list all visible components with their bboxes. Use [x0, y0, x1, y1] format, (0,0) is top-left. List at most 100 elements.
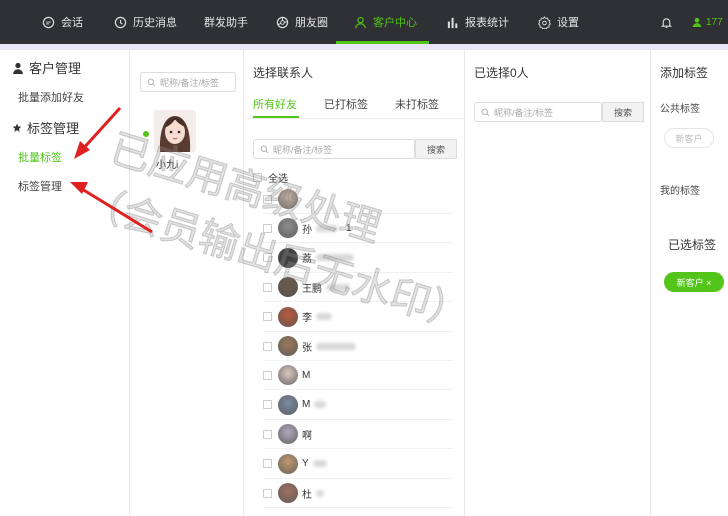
chat-icon [42, 16, 55, 28]
nav-item-customer-center[interactable]: 客户中心 [354, 0, 417, 44]
star-icon [12, 123, 22, 132]
contact-row[interactable]: Y [263, 450, 453, 479]
select-all-row[interactable]: 全选 [253, 170, 288, 185]
selected-search-button[interactable]: 搜索 [602, 102, 644, 122]
account-name: 小九i [156, 160, 179, 171]
bar-chart-icon [447, 17, 458, 28]
account-avatar[interactable] [154, 110, 196, 152]
sidebar: 客户管理 批量添加好友 标签管理 批量标签 标签管理 [0, 50, 130, 516]
nav-item-settings[interactable]: 设置 [538, 0, 579, 44]
public-tag-chip[interactable]: 新客户 [664, 128, 714, 148]
person-icon [13, 62, 23, 74]
sidebar-group-title: 标签管理 [27, 121, 80, 136]
redacted-text [316, 224, 338, 232]
online-status-dot [142, 130, 150, 138]
selected-contacts-panel: 已选择0人 昵称/备注/标签 搜索 [466, 50, 651, 516]
gear-icon [538, 15, 551, 29]
nav-item-history[interactable]: 历史消息 [114, 0, 177, 44]
avatar [278, 336, 298, 356]
search-icon [481, 108, 490, 116]
tab-untagged[interactable]: 未打标签 [395, 96, 439, 112]
sidebar-item-batch-tags[interactable]: 批量标签 [18, 149, 62, 165]
search-placeholder: 昵称/备注/标签 [273, 144, 333, 155]
contact-name: 荔 [302, 254, 312, 266]
contact-filter-tabs: 所有好友 已打标签 未打标签 [253, 96, 463, 118]
contact-name: 王鹏 [302, 283, 322, 295]
account-panel: 昵称/备注/标签 小九i [132, 50, 244, 516]
contact-row[interactable]: M [263, 391, 453, 420]
nav-item-broadcast[interactable]: 群发助手 [204, 0, 248, 44]
avatar [278, 365, 298, 386]
add-tags-panel: 添加标签 公共标签 新客户 我的标签 已选标签 新客户 × [652, 50, 728, 516]
select-contacts-panel: 选择联系人 所有好友 已打标签 未打标签 昵称/备注/标签 搜索 全选 孙1 荔王… [245, 50, 465, 516]
nav-item-label: 群发助手 [204, 17, 248, 29]
avatar [278, 189, 298, 209]
nav-item-reports[interactable]: 报表统计 [446, 0, 509, 44]
contact-name: 李 [302, 313, 312, 325]
contact-name: 张 [302, 342, 312, 354]
contact-checkbox[interactable] [263, 370, 272, 380]
avatar-illustration [154, 110, 196, 152]
public-tags-label: 公共标签 [660, 104, 700, 115]
contact-search-button[interactable]: 搜索 [415, 139, 457, 159]
panel-title: 选择联系人 [253, 66, 314, 80]
contact-name: Y [302, 458, 309, 470]
user-icon [692, 17, 702, 27]
contact-checkbox[interactable] [263, 282, 272, 292]
contact-checkbox[interactable] [263, 253, 272, 263]
contact-row[interactable] [263, 185, 453, 214]
avatar [278, 453, 298, 474]
select-all-checkbox[interactable] [253, 173, 262, 182]
contact-checkbox[interactable] [263, 459, 272, 469]
notification-button[interactable] [660, 0, 679, 44]
contact-search-input[interactable]: 昵称/备注/标签 [253, 139, 415, 159]
search-icon [147, 78, 156, 86]
contact-row[interactable]: 王鹏 [263, 273, 453, 303]
contact-checkbox[interactable] [263, 488, 272, 498]
contact-checkbox[interactable] [263, 341, 272, 351]
contact-checkbox[interactable] [263, 429, 272, 439]
avatar [278, 306, 298, 327]
panel-title: 添加标签 [660, 66, 709, 80]
contact-name: 啊 [302, 430, 312, 442]
redacted-text [326, 283, 350, 291]
selected-tag-chip[interactable]: 新客户 × [664, 272, 724, 292]
contact-row[interactable]: 杜 [263, 479, 453, 508]
contact-row[interactable]: 李 [263, 303, 453, 332]
contact-row[interactable]: 张 [263, 332, 453, 361]
user-account[interactable]: 177 [692, 0, 723, 44]
bell-icon [660, 17, 673, 28]
search-icon [260, 145, 269, 153]
redacted-text [314, 401, 327, 409]
search-placeholder: 昵称/备注/标签 [160, 77, 220, 88]
nav-item-chat[interactable]: 会话 [42, 0, 83, 44]
nav-item-label: 报表统计 [465, 17, 509, 29]
contact-row[interactable]: 孙1 [263, 214, 453, 244]
tab-tagged[interactable]: 已打标签 [324, 96, 368, 112]
tab-all-friends[interactable]: 所有好友 [253, 96, 297, 112]
contact-checkbox[interactable] [263, 400, 272, 410]
panel-title: 已选择0人 [474, 66, 529, 80]
nav-item-label: 客户中心 [373, 17, 417, 29]
redacted-text [316, 489, 324, 497]
aperture-icon [276, 16, 289, 28]
contact-row[interactable]: M [263, 361, 453, 391]
contact-checkbox[interactable] [263, 194, 272, 204]
sidebar-item-batch-add-friends[interactable]: 批量添加好友 [18, 89, 84, 105]
sidebar-group-title: 客户管理 [29, 61, 82, 76]
my-tags-label: 我的标签 [660, 186, 700, 197]
sidebar-group-tag-management: 标签管理 [12, 118, 79, 137]
avatar [278, 218, 298, 239]
redacted-text [316, 313, 332, 321]
avatar [278, 277, 298, 298]
contact-row[interactable]: 啊 [263, 420, 453, 450]
contact-row[interactable]: 荔 [263, 244, 453, 273]
search-placeholder: 昵称/备注/标签 [494, 107, 554, 118]
contact-checkbox[interactable] [263, 312, 272, 322]
nav-item-moments[interactable]: 朋友圈 [276, 0, 328, 44]
contact-checkbox[interactable] [263, 223, 272, 233]
account-search-input[interactable]: 昵称/备注/标签 [140, 72, 236, 92]
selected-search-input[interactable]: 昵称/备注/标签 [474, 102, 602, 122]
avatar [278, 247, 298, 268]
sidebar-item-tag-management[interactable]: 标签管理 [18, 178, 62, 194]
